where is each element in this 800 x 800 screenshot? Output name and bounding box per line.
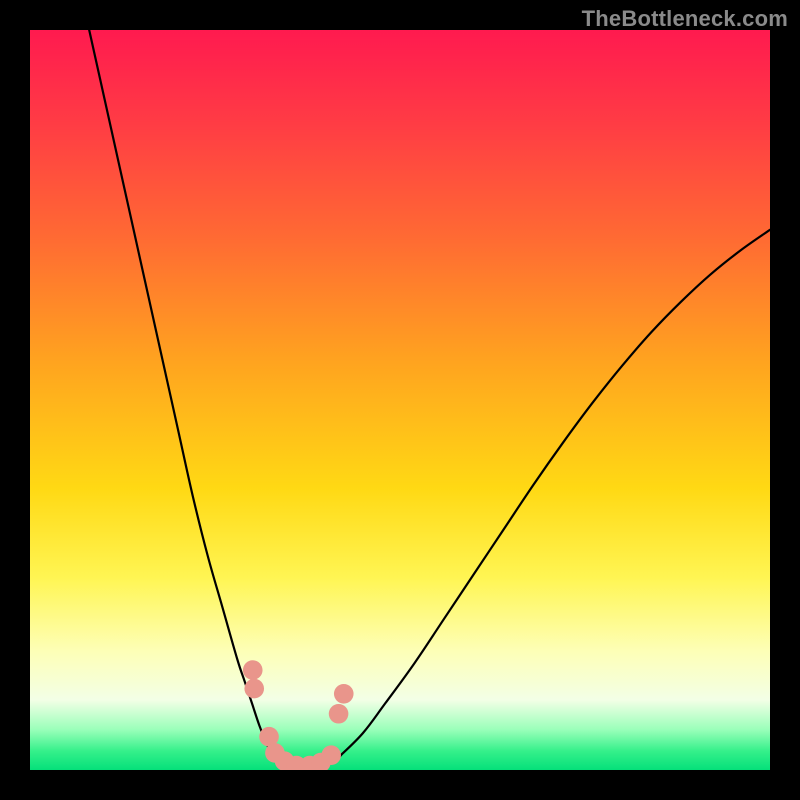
data-marker: [329, 704, 349, 724]
data-marker: [244, 679, 264, 699]
chart-stage: TheBottleneck.com: [0, 0, 800, 800]
data-marker: [334, 684, 354, 704]
plot-area: [30, 30, 770, 770]
gradient-bg: [30, 30, 770, 770]
watermark-text: TheBottleneck.com: [582, 6, 788, 32]
data-marker: [243, 660, 263, 680]
data-marker: [321, 745, 341, 765]
plot-svg: [30, 30, 770, 770]
